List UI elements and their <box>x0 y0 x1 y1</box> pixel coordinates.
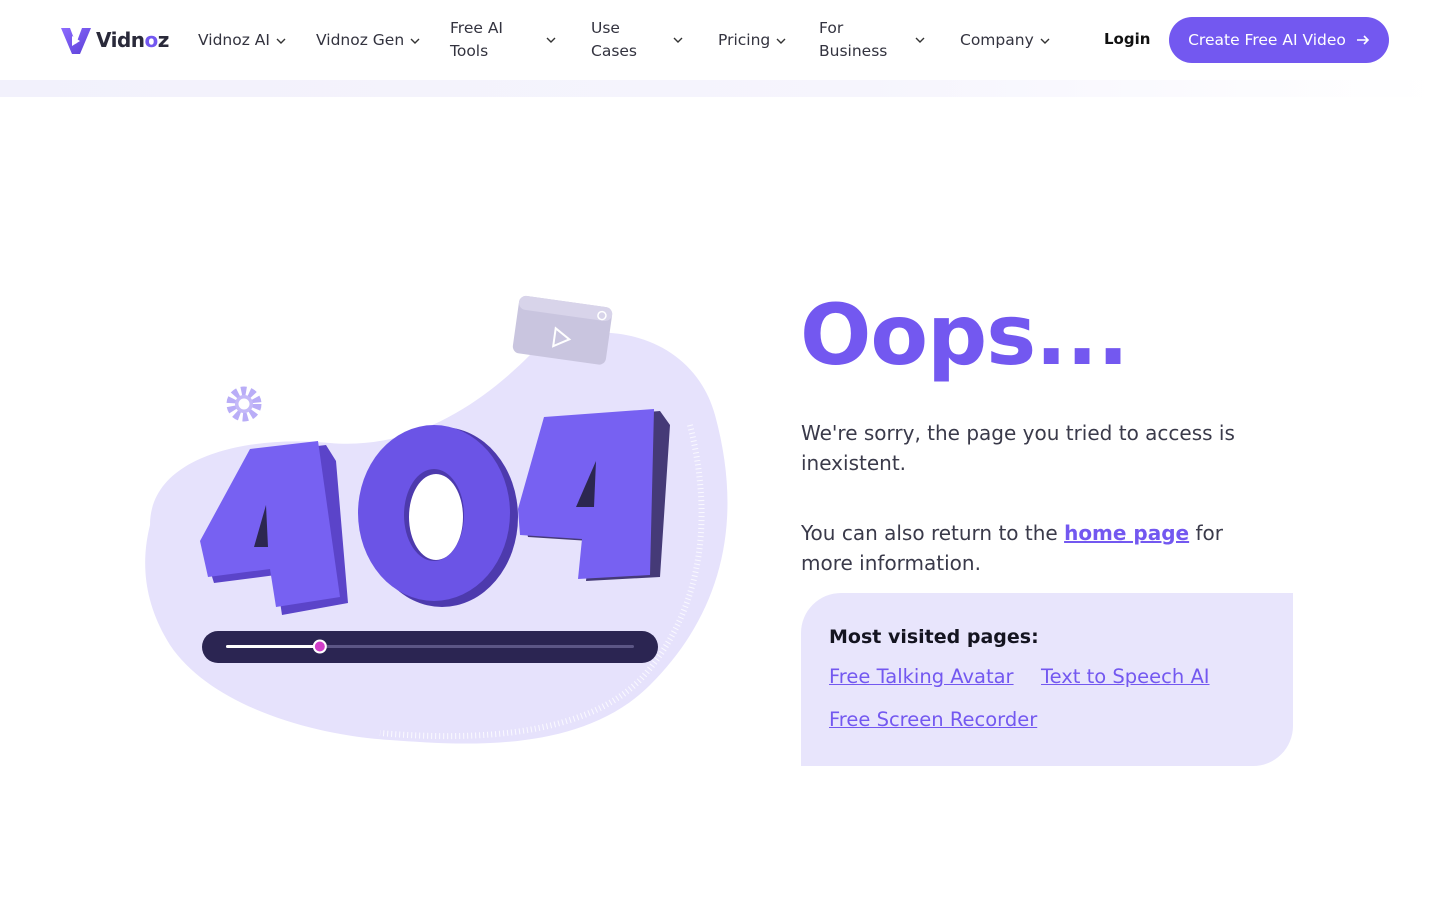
nav-use-cases[interactable]: Use Cases <box>591 17 687 63</box>
chevron-down-icon <box>915 37 925 43</box>
nav-company[interactable]: Company <box>960 29 1051 52</box>
vidnoz-logo-icon <box>61 28 91 54</box>
nav-label: Use Cases <box>591 19 638 60</box>
chevron-down-icon <box>776 38 786 44</box>
home-page-link[interactable]: home page <box>1064 521 1189 545</box>
vidnoz-logo[interactable]: Vidnoz <box>58 22 169 58</box>
nav-vidnoz-ai[interactable]: Vidnoz AI <box>198 29 287 52</box>
nav-label: Company <box>960 31 1034 49</box>
return-message: You can also return to the home page for… <box>801 521 1223 575</box>
nav-free-ai-tools[interactable]: Free AI Tools <box>450 17 560 63</box>
chevron-down-icon <box>1040 38 1050 44</box>
video-progress-bar <box>202 631 658 663</box>
site-header: Vidnoz Vidnoz AI Vidnoz Gen Free AI Tools… <box>0 0 1440 80</box>
create-free-ai-video-button[interactable]: Create Free AI Video <box>1169 17 1389 63</box>
nav-vidnoz-gen[interactable]: Vidnoz Gen <box>316 29 421 52</box>
link-free-screen-recorder[interactable]: Free Screen Recorder <box>829 708 1037 731</box>
arrow-right-icon <box>1356 35 1370 45</box>
most-visited-panel: Most visited pages: Free Talking Avatar … <box>801 593 1293 766</box>
chevron-down-icon <box>276 38 286 44</box>
nav-for-business[interactable]: For Business <box>819 17 929 63</box>
link-free-talking-avatar[interactable]: Free Talking Avatar <box>829 665 1014 688</box>
gear-icon <box>226 386 262 422</box>
vidnoz-wordmark: Vidnoz <box>96 28 169 52</box>
nav-label: For Business <box>819 19 888 60</box>
most-visited-heading: Most visited pages: <box>829 626 1039 648</box>
chevron-down-icon <box>673 37 683 43</box>
nav-label: Pricing <box>718 31 771 49</box>
login-link[interactable]: Login <box>1104 30 1150 48</box>
link-text-to-speech-ai[interactable]: Text to Speech AI <box>1041 665 1210 688</box>
chevron-down-icon <box>546 37 556 43</box>
header-shadow-band <box>0 80 1440 97</box>
video-card-icon <box>512 295 613 365</box>
404-illustration <box>145 295 728 744</box>
chevron-down-icon <box>410 38 420 44</box>
page-title: Oops... <box>800 286 1129 384</box>
cta-label: Create Free AI Video <box>1188 31 1346 49</box>
sorry-message: We're sorry, the page you tried to acces… <box>801 421 1235 475</box>
nav-label: Free AI Tools <box>450 19 503 60</box>
nav-label: Vidnoz AI <box>198 31 270 49</box>
nav-pricing[interactable]: Pricing <box>718 29 787 52</box>
nav-label: Vidnoz Gen <box>316 31 405 49</box>
